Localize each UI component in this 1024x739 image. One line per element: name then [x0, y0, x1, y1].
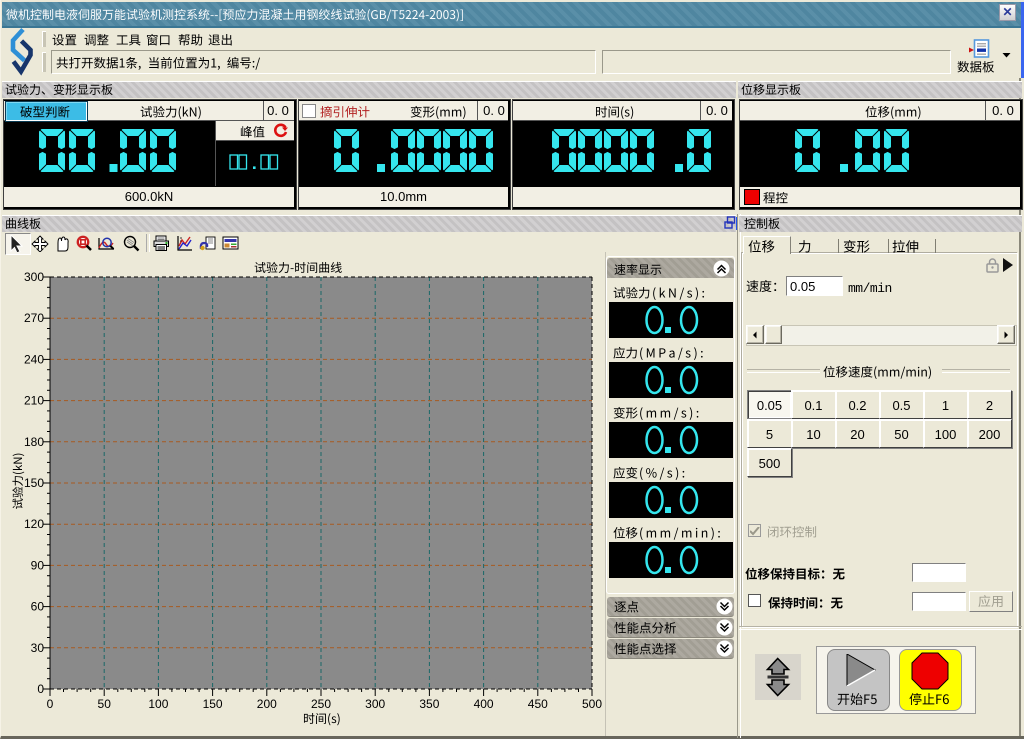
svg-text:150: 150 — [24, 476, 44, 490]
svg-text:350: 350 — [419, 697, 439, 711]
svg-text:270: 270 — [24, 311, 44, 325]
svg-text:240: 240 — [24, 352, 44, 366]
svg-text:150: 150 — [203, 697, 223, 711]
svg-text:0: 0 — [47, 697, 54, 711]
svg-text:90: 90 — [31, 558, 45, 572]
svg-text:100: 100 — [148, 697, 168, 711]
svg-text:300: 300 — [365, 697, 385, 711]
svg-text:120: 120 — [24, 517, 44, 531]
svg-text:180: 180 — [24, 435, 44, 449]
svg-text:30: 30 — [31, 641, 45, 655]
svg-text:210: 210 — [24, 394, 44, 408]
svg-text:60: 60 — [31, 600, 45, 614]
svg-text:200: 200 — [257, 697, 277, 711]
svg-text:300: 300 — [24, 270, 44, 284]
svg-text:450: 450 — [528, 697, 548, 711]
svg-text:0: 0 — [37, 682, 44, 696]
svg-text:500: 500 — [582, 697, 602, 711]
svg-text:250: 250 — [311, 697, 331, 711]
svg-text:50: 50 — [98, 697, 112, 711]
svg-text:400: 400 — [474, 697, 494, 711]
